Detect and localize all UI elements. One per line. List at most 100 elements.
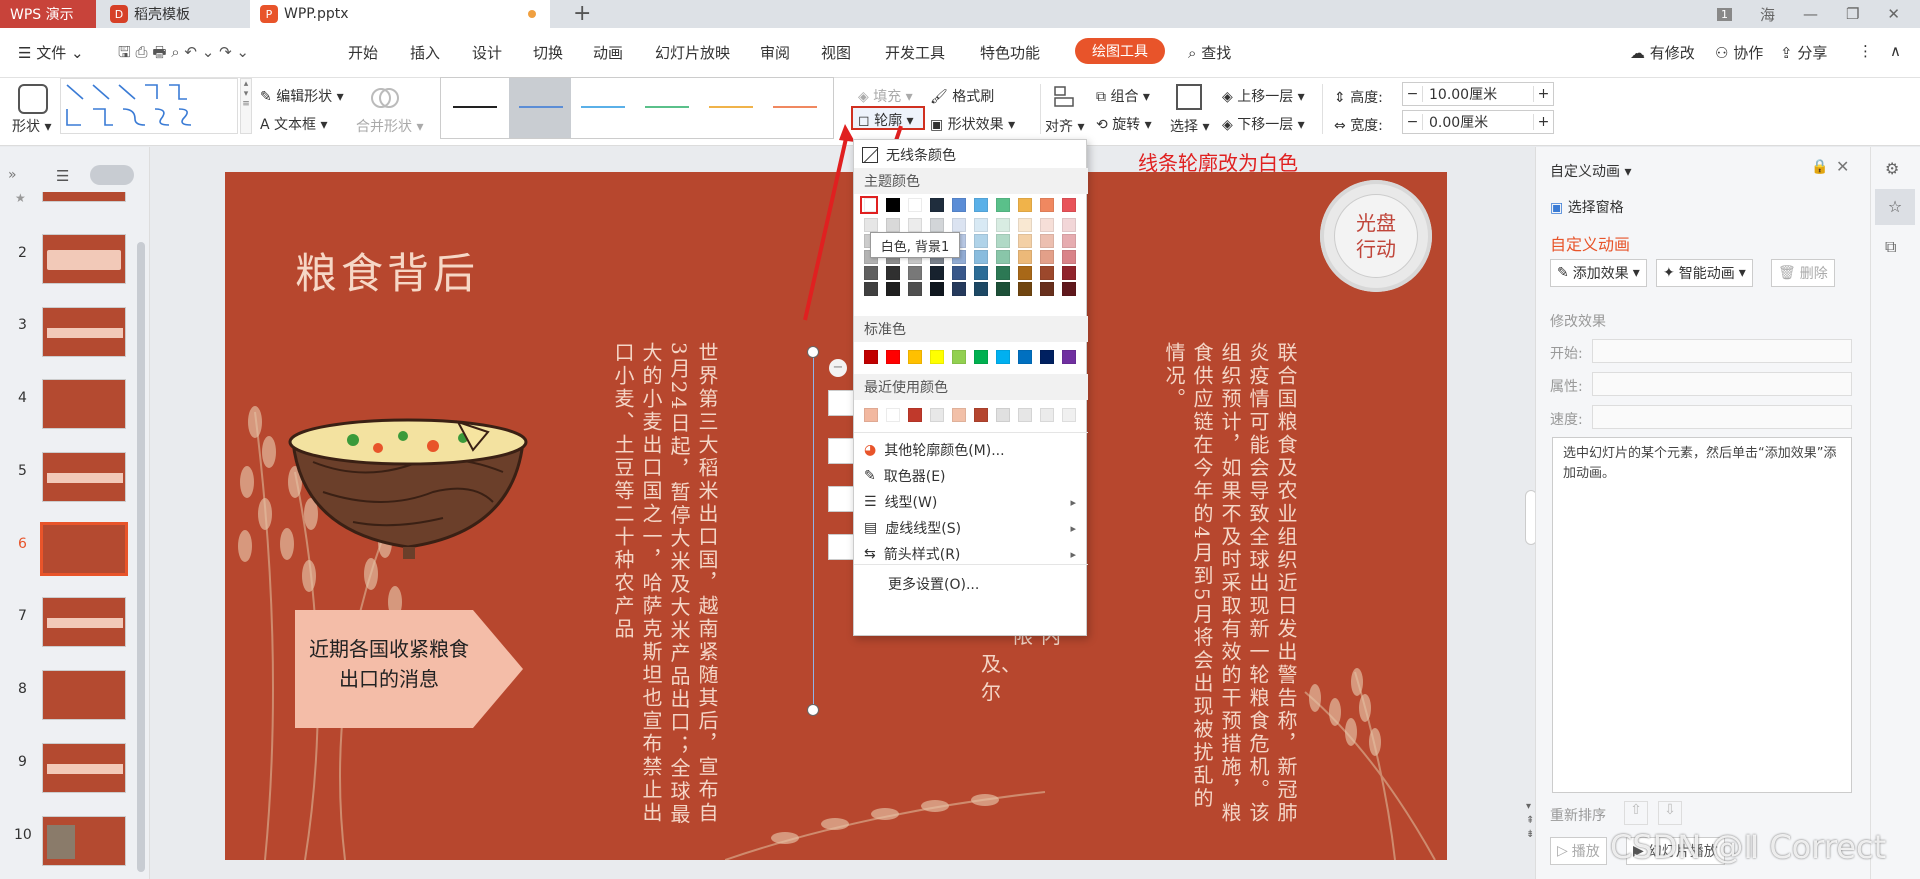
theme-color-swatch[interactable]: [1040, 198, 1054, 212]
theme-shade-swatch[interactable]: [1040, 250, 1054, 264]
slide-thumb-6-selected[interactable]: [40, 522, 128, 576]
shape-button[interactable]: 形状 ▾: [12, 116, 51, 136]
theme-shade-swatch[interactable]: [886, 266, 900, 280]
lock-icon[interactable]: 🔒: [1811, 159, 1828, 175]
badge-circle[interactable]: 光盘 行动: [1320, 180, 1432, 292]
play-button[interactable]: ▷ 播放: [1550, 837, 1607, 865]
send-backward-button[interactable]: ◈ 下移一层 ▾: [1222, 114, 1305, 134]
float-frame-icon[interactable]: [828, 486, 854, 512]
move-down-icon[interactable]: ⇩: [1658, 801, 1682, 825]
menu-transition[interactable]: 切换: [533, 42, 563, 63]
slide-thumb-1-partial[interactable]: [42, 192, 126, 202]
panel-title[interactable]: 自定义动画 ▾: [1550, 161, 1631, 181]
theme-shade-swatch[interactable]: [1018, 218, 1032, 232]
theme-shade-swatch[interactable]: [864, 218, 878, 232]
eyedropper-item[interactable]: ✎ 取色器(E): [864, 466, 946, 486]
recent-color-swatch[interactable]: [908, 408, 922, 422]
standard-color-swatch[interactable]: [864, 350, 878, 364]
quick-access-toolbar[interactable]: 🖫 ⎙ 🖶 ⌕ ↶ ⌄ ↷ ⌄: [118, 42, 249, 67]
theme-color-swatch[interactable]: [908, 198, 922, 212]
line-style-black[interactable]: [441, 78, 509, 138]
modified-button[interactable]: ☁ 有修改: [1630, 42, 1695, 63]
merge-shape-button[interactable]: 合并形状 ▾: [356, 116, 423, 136]
line-handle-bottom[interactable]: [807, 704, 819, 716]
theme-shade-swatch[interactable]: [1062, 234, 1076, 248]
line-shape-gallery[interactable]: [60, 78, 238, 134]
theme-shade-swatch[interactable]: [864, 266, 878, 280]
recent-color-swatch[interactable]: [996, 408, 1010, 422]
collaborate-button[interactable]: ⚇ 协作: [1715, 42, 1763, 63]
animation-list[interactable]: 选中幻灯片的某个元素，然后单击“添加效果”添加动画。: [1552, 437, 1852, 793]
shape-effect-button[interactable]: ▣ 形状效果 ▾: [930, 114, 1015, 134]
file-menu[interactable]: ☰ 文件 ⌄: [18, 42, 84, 63]
move-up-icon[interactable]: ⇧: [1624, 801, 1648, 825]
other-outline-colors-item[interactable]: ◕ 其他轮廓颜色(M)...: [864, 440, 1005, 460]
arrow-style-item[interactable]: ⇆ 箭头样式(R): [864, 544, 960, 564]
menu-drawing-tools[interactable]: 绘图工具: [1075, 38, 1165, 64]
text-column-fao[interactable]: 联合国粮食及农业组织近日发出警告称，新冠肺炎疫情可能会导致全球出现新一轮粮食危机…: [1160, 342, 1300, 832]
theme-shade-swatch[interactable]: [974, 282, 988, 296]
standard-color-swatch[interactable]: [996, 350, 1010, 364]
float-pen-icon[interactable]: [828, 438, 854, 464]
standard-color-swatch[interactable]: [1040, 350, 1054, 364]
height-increment[interactable]: +: [1533, 86, 1553, 102]
menu-slideshow[interactable]: 幻灯片放映: [655, 42, 730, 63]
more-icon[interactable]: ⋮: [1858, 42, 1873, 60]
recent-color-swatch[interactable]: [1040, 408, 1054, 422]
theme-shade-swatch[interactable]: [996, 234, 1010, 248]
theme-color-swatch[interactable]: [1062, 198, 1076, 212]
theme-color-swatch[interactable]: [886, 198, 900, 212]
select-button[interactable]: 选择 ▾: [1170, 116, 1209, 136]
theme-shade-swatch[interactable]: [996, 282, 1010, 296]
theme-shade-swatch[interactable]: [1062, 282, 1076, 296]
standard-color-swatch[interactable]: [1062, 350, 1076, 364]
float-layer-icon[interactable]: [828, 390, 854, 416]
start-select[interactable]: [1592, 339, 1852, 363]
height-field[interactable]: − 10.00厘米 +: [1402, 82, 1554, 106]
standard-color-swatch[interactable]: [908, 350, 922, 364]
theme-shade-swatch[interactable]: [974, 250, 988, 264]
theme-shade-swatch[interactable]: [886, 282, 900, 296]
search-button[interactable]: ⌕ 查找: [1188, 42, 1231, 63]
theme-shade-swatch[interactable]: [908, 266, 922, 280]
theme-shade-swatch[interactable]: [996, 218, 1010, 232]
width-increment[interactable]: +: [1533, 114, 1553, 130]
animation-star-icon[interactable]: ☆: [1875, 189, 1915, 225]
slide-thumb-3[interactable]: [42, 307, 126, 357]
theme-shade-swatch[interactable]: [930, 282, 944, 296]
property-select[interactable]: [1592, 372, 1852, 396]
user-name[interactable]: 海: [1760, 4, 1775, 25]
delete-button[interactable]: 🗑 删除: [1771, 259, 1835, 287]
share-button[interactable]: ⇪ 分享: [1780, 42, 1827, 63]
gallery-scroll[interactable]: ▴ ▾ ≡: [240, 78, 252, 134]
recent-color-swatch[interactable]: [974, 408, 988, 422]
minimize-icon[interactable]: —: [1803, 5, 1818, 23]
align-button[interactable]: 对齐 ▾: [1045, 116, 1084, 136]
standard-color-swatch[interactable]: [930, 350, 944, 364]
line-style-green[interactable]: [635, 78, 699, 138]
thumbnail-view-toggle[interactable]: [90, 165, 134, 185]
slide-thumb-2[interactable]: [42, 234, 126, 284]
theme-shade-swatch[interactable]: [974, 234, 988, 248]
collapse-ribbon-icon[interactable]: ∧: [1890, 42, 1901, 60]
theme-shade-swatch[interactable]: [908, 218, 922, 232]
collapse-panel-icon[interactable]: »: [8, 167, 17, 183]
line-type-item[interactable]: ☰ 线型(W): [864, 492, 937, 512]
float-text-icon[interactable]: [828, 534, 854, 560]
slide-thumb-7[interactable]: [42, 597, 126, 647]
rotate-button[interactable]: ⟲ 旋转 ▾: [1096, 114, 1152, 134]
theme-color-swatch[interactable]: [930, 198, 944, 212]
line-style-gallery[interactable]: [440, 77, 834, 139]
text-box-button[interactable]: A 文本框 ▾: [260, 114, 328, 134]
menu-design[interactable]: 设计: [472, 42, 502, 63]
menu-view[interactable]: 视图: [821, 42, 851, 63]
standard-color-swatch[interactable]: [886, 350, 900, 364]
theme-color-swatch[interactable]: [952, 198, 966, 212]
selected-vertical-line[interactable]: [813, 352, 814, 710]
theme-shade-swatch[interactable]: [1018, 250, 1032, 264]
notification-badge[interactable]: 1: [1716, 7, 1732, 21]
theme-shade-swatch[interactable]: [864, 282, 878, 296]
recent-color-swatch[interactable]: [1062, 408, 1076, 422]
app-tab-wps[interactable]: WPS 演示: [0, 0, 96, 28]
smart-animation-button[interactable]: ✦ 智能动画 ▾: [1656, 259, 1753, 287]
